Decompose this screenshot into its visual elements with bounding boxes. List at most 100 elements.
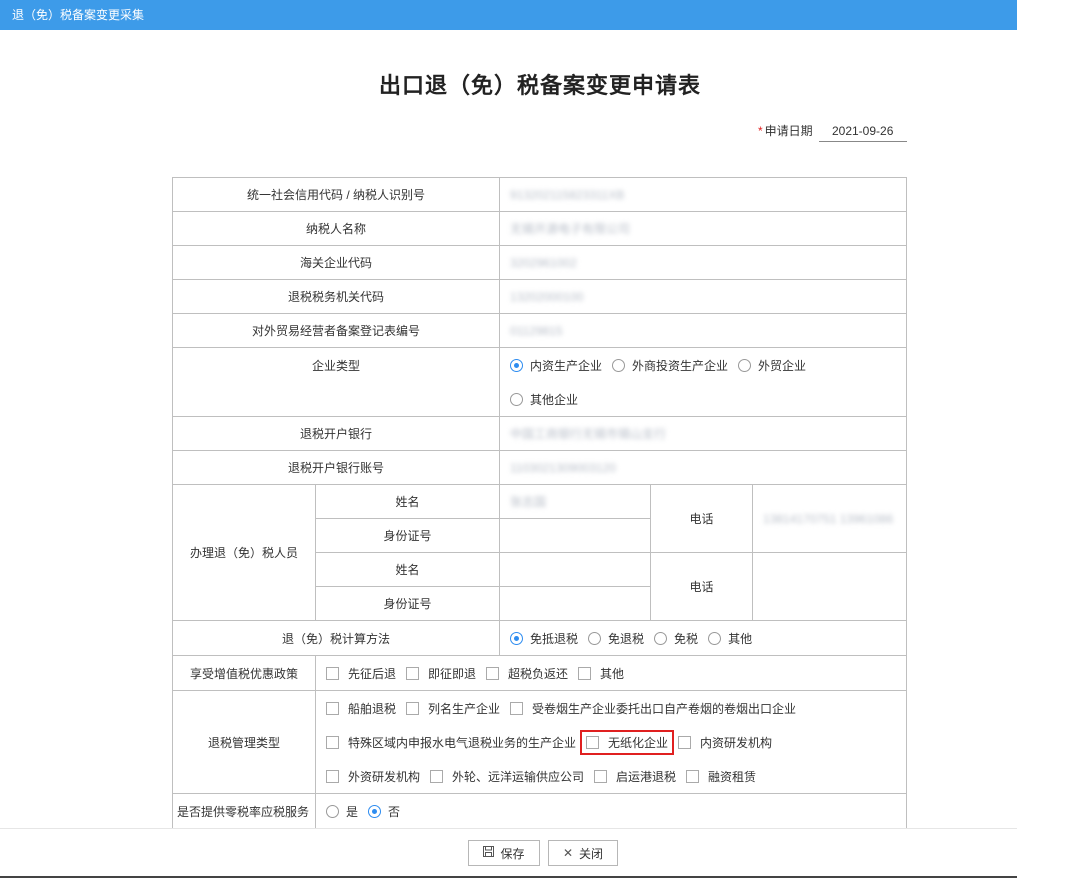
row-customs-code: 海关企业代码 3202961002 xyxy=(171,245,908,280)
taxpayer-name-label: 纳税人名称 xyxy=(171,211,501,246)
row-mgmt-type: 退税管理类型 船舶退税 列名生产企业 受卷烟生产企业委托出口自产卷烟的卷烟出口企… xyxy=(172,690,908,794)
vat-policy-option-3[interactable]: 超税负返还 xyxy=(486,665,568,682)
checkbox-icon[interactable] xyxy=(326,666,339,680)
checkbox-icon[interactable] xyxy=(406,666,420,680)
close-button-label: 关闭 xyxy=(579,846,604,861)
required-mark: * xyxy=(758,124,763,138)
row-zero-rate: 是否提供零税率应税服务 是 否 xyxy=(172,793,908,829)
checkbox-icon[interactable] xyxy=(326,769,339,783)
handler-1-name-value: 张志国 xyxy=(499,484,652,519)
close-button[interactable]: ✕ 关闭 xyxy=(548,840,618,866)
enterprise-type-option-trade[interactable]: 外贸企业 xyxy=(738,357,806,374)
vat-policy-option-4[interactable]: 其他 xyxy=(578,665,624,682)
mgmt-type-option-domestic-rd[interactable]: 内资研发机构 xyxy=(678,734,772,751)
mgmt-type-option-ocean-supply[interactable]: 外轮、远洋运输供应公司 xyxy=(430,768,584,785)
application-form-table: 统一社会信用代码 / 纳税人识别号 913202115823311XB 纳税人名… xyxy=(171,177,908,829)
calc-method-option-other[interactable]: 其他 xyxy=(708,630,752,647)
page-title: 出口退（免）税备案变更申请表 xyxy=(378,74,701,99)
bank-account-value: 1103021309003120 xyxy=(499,450,908,485)
zero-rate-options: 是 否 xyxy=(314,793,908,829)
mgmt-type-option-foreign-rd[interactable]: 外资研发机构 xyxy=(326,768,420,785)
radio-selected-icon[interactable] xyxy=(510,631,524,645)
mgmt-type-option-finance-lease[interactable]: 融资租赁 xyxy=(686,768,756,785)
handler-1-id-value xyxy=(499,518,652,553)
handler-1-id-label: 身份证号 xyxy=(314,518,501,553)
enterprise-type-label: 企业类型 xyxy=(171,347,501,417)
zero-rate-option-yes[interactable]: 是 xyxy=(326,803,358,820)
radio-icon[interactable] xyxy=(654,631,668,645)
bank-account-label: 退税开户银行账号 xyxy=(171,450,501,485)
vat-policy-label: 享受增值税优惠政策 xyxy=(172,655,316,691)
radio-icon[interactable] xyxy=(708,631,722,645)
handler-2-name-label: 姓名 xyxy=(314,552,501,587)
handler-2-name-value xyxy=(499,552,652,587)
radio-icon[interactable] xyxy=(588,631,602,645)
zero-rate-option-no[interactable]: 否 xyxy=(368,803,400,820)
mgmt-type-option-listed[interactable]: 列名生产企业 xyxy=(406,700,500,717)
mgmt-type-option-paperless[interactable]: 无纸化企业 xyxy=(586,734,668,751)
vat-policy-option-2[interactable]: 即征即退 xyxy=(406,665,476,682)
save-button[interactable]: 保存 xyxy=(468,840,540,866)
calc-method-option-exempt[interactable]: 免税 xyxy=(654,630,698,647)
calc-method-option-exempt-refund[interactable]: 免退税 xyxy=(588,630,644,647)
credit-code-label: 统一社会信用代码 / 纳税人识别号 xyxy=(171,177,501,212)
radio-selected-icon[interactable] xyxy=(368,804,382,818)
handler-2-id-label: 身份证号 xyxy=(314,586,501,621)
checkbox-icon[interactable] xyxy=(586,735,600,749)
paperless-highlight-box: 无纸化企业 xyxy=(580,729,675,755)
mgmt-type-option-tobacco[interactable]: 受卷烟生产企业委托出口自产卷烟的卷烟出口企业 xyxy=(510,700,796,717)
enterprise-type-option-other[interactable]: 其他企业 xyxy=(510,391,578,408)
calc-method-option-exempt-credit-refund[interactable]: 免抵退税 xyxy=(510,630,578,647)
checkbox-icon[interactable] xyxy=(594,769,608,783)
row-enterprise-type: 企业类型 内资生产企业 外商投资生产企业 外贸企业 其他企业 xyxy=(171,347,908,417)
row-trade-reg-no: 对外贸易经营者备案登记表编号 01129815 xyxy=(171,313,908,348)
apply-date-input[interactable]: 2021-09-26 xyxy=(818,124,907,142)
handler-2-id-value xyxy=(499,586,652,621)
row-vat-policy: 享受增值税优惠政策 先征后退 即征即退 超税负返还 其他 xyxy=(172,655,908,691)
row-taxpayer-name: 纳税人名称 无锡开源电子有限公司 xyxy=(171,211,908,246)
enterprise-type-options: 内资生产企业 外商投资生产企业 外贸企业 其他企业 xyxy=(499,347,908,417)
handler-1-name-label: 姓名 xyxy=(314,484,501,519)
save-button-label: 保存 xyxy=(500,846,525,861)
vat-policy-option-1[interactable]: 先征后退 xyxy=(326,665,396,682)
checkbox-icon[interactable] xyxy=(406,701,420,715)
handler-2-phone-label: 电话 xyxy=(650,552,754,621)
checkbox-icon[interactable] xyxy=(486,666,500,680)
checkbox-icon[interactable] xyxy=(430,769,444,783)
enterprise-type-option-foreign-invested[interactable]: 外商投资生产企业 xyxy=(612,357,728,374)
mgmt-type-option-ship[interactable]: 船舶退税 xyxy=(326,700,396,717)
radio-icon[interactable] xyxy=(738,358,752,372)
apply-date-field: * 申请日期 2021-09-26 xyxy=(758,122,907,142)
row-handler-1-name: 办理退（免）税人员 姓名 张志国 电话 13814170751 13961086 xyxy=(172,484,908,621)
vat-policy-options: 先征后退 即征即退 超税负返还 其他 xyxy=(314,655,908,691)
checkbox-icon[interactable] xyxy=(326,701,339,715)
radio-selected-icon[interactable] xyxy=(510,358,524,372)
enterprise-type-option-domestic[interactable]: 内资生产企业 xyxy=(510,357,602,374)
customs-code-label: 海关企业代码 xyxy=(171,245,501,280)
trade-reg-no-value: 01129815 xyxy=(499,313,908,348)
save-icon xyxy=(483,846,495,860)
taxpayer-name-value: 无锡开源电子有限公司 xyxy=(499,211,908,246)
radio-icon[interactable] xyxy=(510,392,524,406)
checkbox-icon[interactable] xyxy=(678,735,692,749)
mgmt-type-option-special-zone[interactable]: 特殊区域内申报水电气退税业务的生产企业 xyxy=(326,734,576,751)
calc-method-options: 免抵退税 免退税 免税 其他 xyxy=(499,620,908,656)
tax-office-code-value: 13202000100 xyxy=(499,279,908,314)
bank-label: 退税开户银行 xyxy=(171,416,501,451)
radio-icon[interactable] xyxy=(612,358,626,372)
handler-2-phone-value xyxy=(752,552,908,621)
checkbox-icon[interactable] xyxy=(510,701,524,715)
tax-office-code-label: 退税税务机关代码 xyxy=(171,279,501,314)
apply-date-label: 申请日期 xyxy=(764,124,813,138)
window-title: 退（免）税备案变更采集 xyxy=(12,8,145,22)
row-calc-method: 退（免）税计算方法 免抵退税 免退税 免税 其他 xyxy=(171,620,908,656)
radio-icon[interactable] xyxy=(326,804,339,818)
checkbox-icon[interactable] xyxy=(326,735,339,749)
handler-1-phone-value: 13814170751 13961086 xyxy=(752,484,908,553)
close-icon: ✕ xyxy=(562,846,574,860)
checkbox-icon[interactable] xyxy=(578,666,592,680)
mgmt-type-option-port-departure[interactable]: 启运港退税 xyxy=(594,768,676,785)
checkbox-icon[interactable] xyxy=(686,769,700,783)
row-credit-code: 统一社会信用代码 / 纳税人识别号 913202115823311XB xyxy=(171,177,908,212)
credit-code-value: 913202115823311XB xyxy=(499,177,908,212)
